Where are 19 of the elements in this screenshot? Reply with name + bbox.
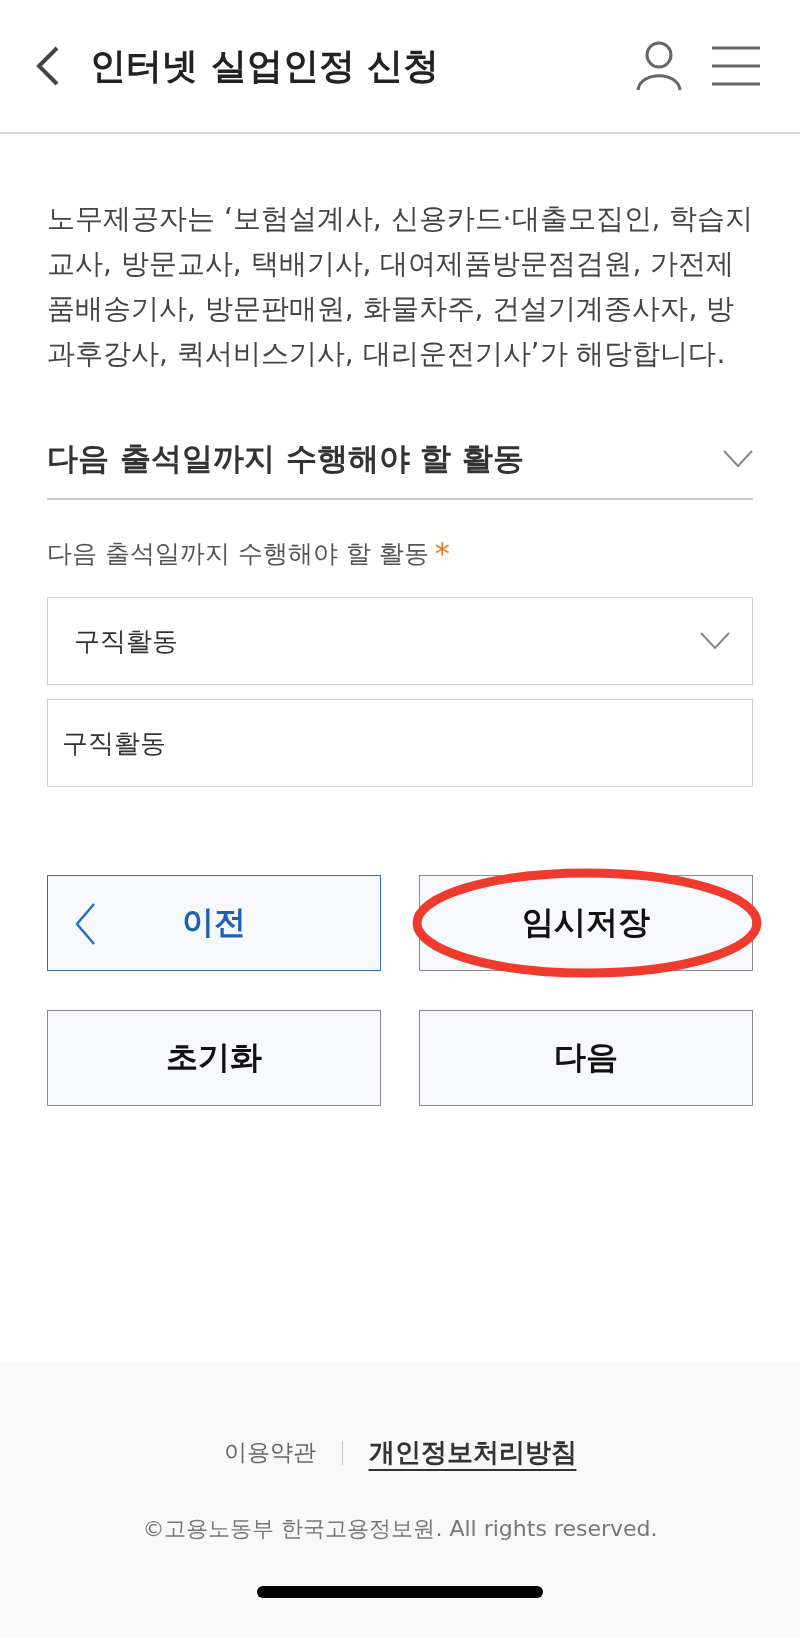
copyright-text: ©고용노동부 한국고용정보원. All rights reserved. bbox=[142, 1515, 658, 1543]
activity-select[interactable]: 구직활동 bbox=[47, 597, 753, 685]
user-icon[interactable] bbox=[636, 41, 682, 91]
caret-icon bbox=[700, 632, 730, 650]
menu-icon[interactable] bbox=[712, 46, 760, 86]
field-label: 다음 출석일까지 수행해야 할 활동 bbox=[47, 538, 429, 570]
description-text: 노무제공자는 ‘보험설계사, 신용카드·대출모집인, 학습지교사, 방문교사, 택배기사, 대여제품방문점검원, 가전제품배송기사, 방문판매원, 화물차주, 건설기계종사자, 방과후강사, 퀵서비스기사, 대리운전기사’가 해당합니다. bbox=[47, 201, 755, 372]
input-field[interactable]: 구직활동 bbox=[47, 699, 753, 787]
section-title: 다음 출석일까지 수행해야 할 활동 bbox=[47, 439, 525, 478]
section-header[interactable]: 다음 출석일까지 수행해야 할 활동 bbox=[47, 438, 753, 500]
back-icon[interactable] bbox=[36, 46, 60, 86]
required-mark: * bbox=[434, 536, 450, 571]
previous-button[interactable]: 이전 bbox=[47, 875, 381, 971]
footer-link[interactable]: 이용약관 bbox=[223, 1437, 316, 1468]
action-button[interactable]: 초기화 bbox=[47, 1010, 381, 1106]
footer-link[interactable]: 개인정보처리방침 bbox=[368, 1435, 577, 1470]
page-title: 인터넷 실업인정 신청 bbox=[90, 43, 441, 88]
action-button[interactable]: 다음 bbox=[419, 1010, 753, 1106]
back-icon bbox=[74, 902, 96, 946]
